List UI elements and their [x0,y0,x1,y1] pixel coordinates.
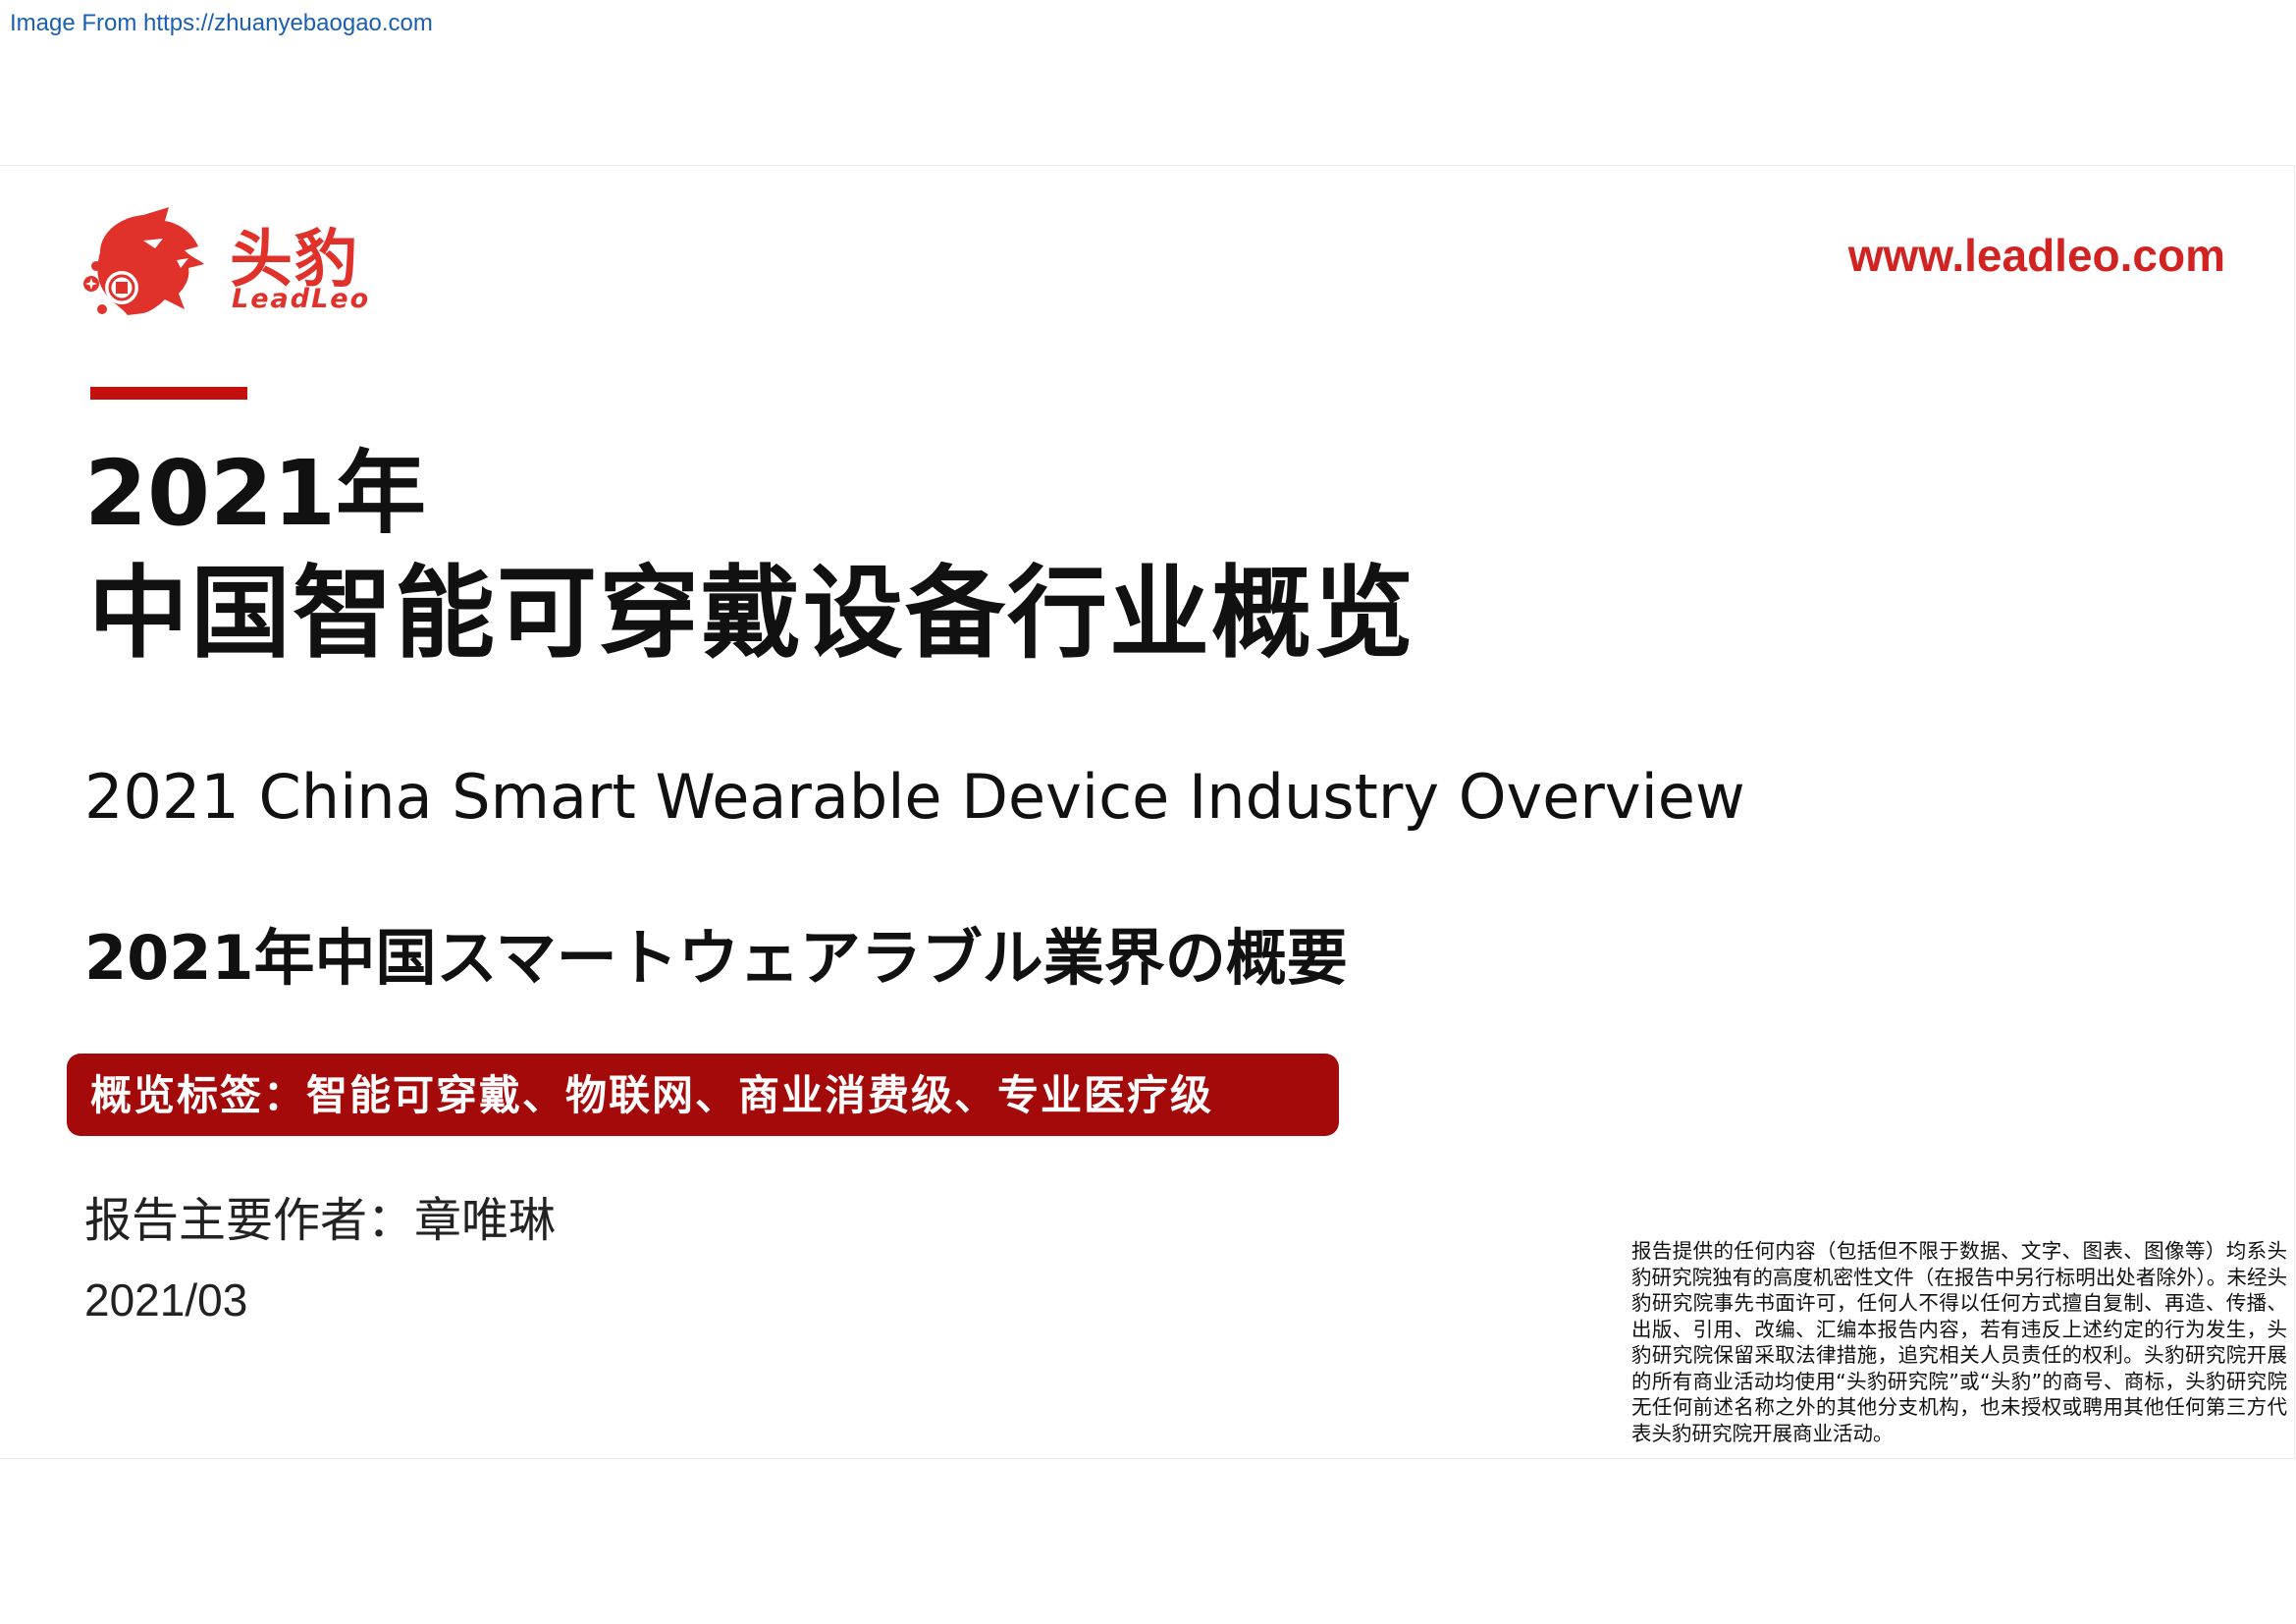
logo-english-name: LeadLeo [232,284,371,314]
overview-tags-banner: 概览标签：智能可穿戴、物联网、商业消费级、专业医疗级 [67,1054,1339,1136]
accent-bar [90,387,247,400]
leopard-head-icon [83,207,204,315]
copyright-disclaimer: 报告提供的任何内容（包括但不限于数据、文字、图表、图像等）均系头豹研究院独有的高… [1631,1239,2287,1445]
leadleo-logo: 头豹 LeadLeo [82,201,377,319]
title-english: 2021 China Smart Wearable Device Industr… [84,761,1745,833]
overview-tags-text: 概览标签：智能可穿戴、物联网、商业消费级、专业医疗级 [90,1071,1214,1119]
report-cover: 头豹 LeadLeo www.leadleo.com 2021年 中国智能可穿戴… [0,165,2295,1459]
report-date: 2021/03 [84,1274,248,1326]
title-year: 2021年 [84,441,427,546]
source-link[interactable]: Image From https://zhuanyebaogao.com [10,10,433,37]
website-link[interactable]: www.leadleo.com [1848,229,2225,282]
report-author: 报告主要作者：章唯琳 [84,1193,557,1248]
title-chinese: 中国智能可穿戴设备行业概览 [88,556,1415,673]
title-japanese: 2021年中国スマートウェアラブル業界の概要 [84,922,1348,994]
